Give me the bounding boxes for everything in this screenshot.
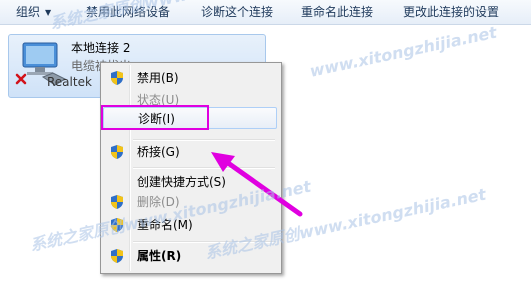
change-settings-button[interactable]: 更改此连接的设置 xyxy=(403,0,499,24)
menu-item-label: 删除(D) xyxy=(137,195,180,209)
connection-name: 本地连接 2 xyxy=(71,41,131,55)
organize-label: 组织 xyxy=(16,5,41,19)
menu-item-label: 重命名(M) xyxy=(137,218,193,232)
diagnose-connection-button[interactable]: 诊断这个连接 xyxy=(201,0,273,24)
uac-shield-icon xyxy=(111,145,123,159)
dropdown-arrow-icon: ▼ xyxy=(45,7,52,17)
diagnose-highlight-box xyxy=(101,105,209,130)
disconnected-x-icon xyxy=(15,73,27,85)
pointer-arrow-icon xyxy=(211,152,303,217)
menu-item-label: 属性(R) xyxy=(137,249,182,263)
disable-device-button[interactable]: 禁用此网络设备 xyxy=(86,0,170,24)
menu-item-disable[interactable]: 禁用(B) xyxy=(103,67,277,89)
menu-separator xyxy=(133,241,275,243)
menu-item-label: 桥接(G) xyxy=(137,145,180,159)
menu-item-label: 禁用(B) xyxy=(137,71,179,85)
uac-shield-icon xyxy=(111,249,123,263)
connection-device: Realtek xyxy=(47,75,92,89)
uac-shield-icon xyxy=(111,218,123,232)
menu-item-properties[interactable]: 属性(R) xyxy=(103,245,277,267)
organize-menu-button[interactable]: 组织 ▼ xyxy=(16,0,51,24)
rename-connection-button[interactable]: 重命名此连接 xyxy=(301,0,373,24)
command-bar: 组织 ▼ 禁用此网络设备 诊断这个连接 重命名此连接 更改此连接的设置 xyxy=(0,0,531,25)
uac-shield-icon xyxy=(111,195,123,209)
uac-shield-icon xyxy=(111,71,123,85)
